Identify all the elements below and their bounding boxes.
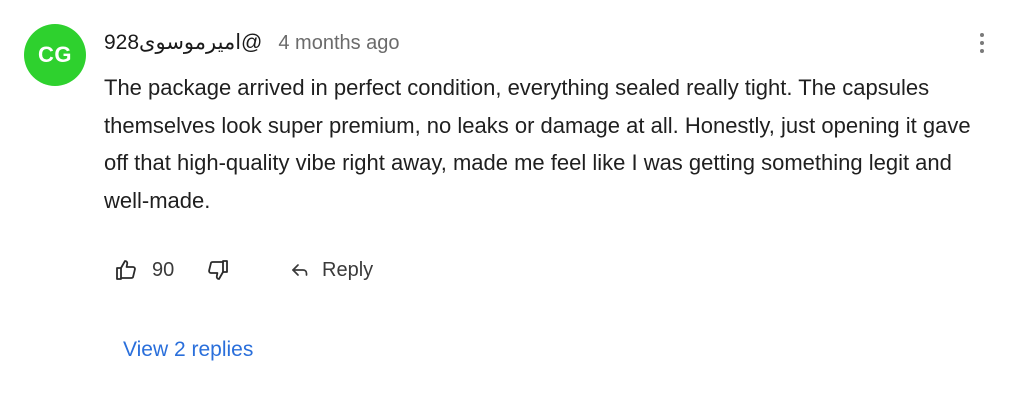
thumbs-down-icon bbox=[208, 260, 228, 280]
more-options-button[interactable] bbox=[968, 28, 996, 58]
reply-arrow-icon bbox=[292, 264, 308, 276]
comment-text: The package arrived in perfect condition… bbox=[104, 75, 971, 213]
more-vertical-icon-dot bbox=[980, 41, 984, 45]
thumbs-up-icon bbox=[116, 260, 136, 280]
avatar[interactable]: CG bbox=[24, 24, 86, 86]
like-count: 90 bbox=[152, 258, 175, 281]
comment-header: @امیرموسوی928 4 months ago bbox=[104, 30, 400, 55]
timestamp[interactable]: 4 months ago bbox=[278, 32, 399, 55]
reply-label: Reply bbox=[322, 258, 374, 281]
reply-button[interactable]: Reply bbox=[282, 248, 381, 292]
like-button[interactable] bbox=[104, 248, 148, 292]
more-vertical-icon-dot bbox=[980, 49, 984, 53]
more-vertical-icon bbox=[980, 33, 984, 37]
view-replies-link[interactable]: View 2 replies bbox=[123, 338, 253, 362]
username[interactable]: @امیرموسوی928 bbox=[104, 30, 262, 55]
dislike-button[interactable] bbox=[196, 248, 240, 292]
comment-actions: 90 Reply bbox=[104, 248, 381, 292]
